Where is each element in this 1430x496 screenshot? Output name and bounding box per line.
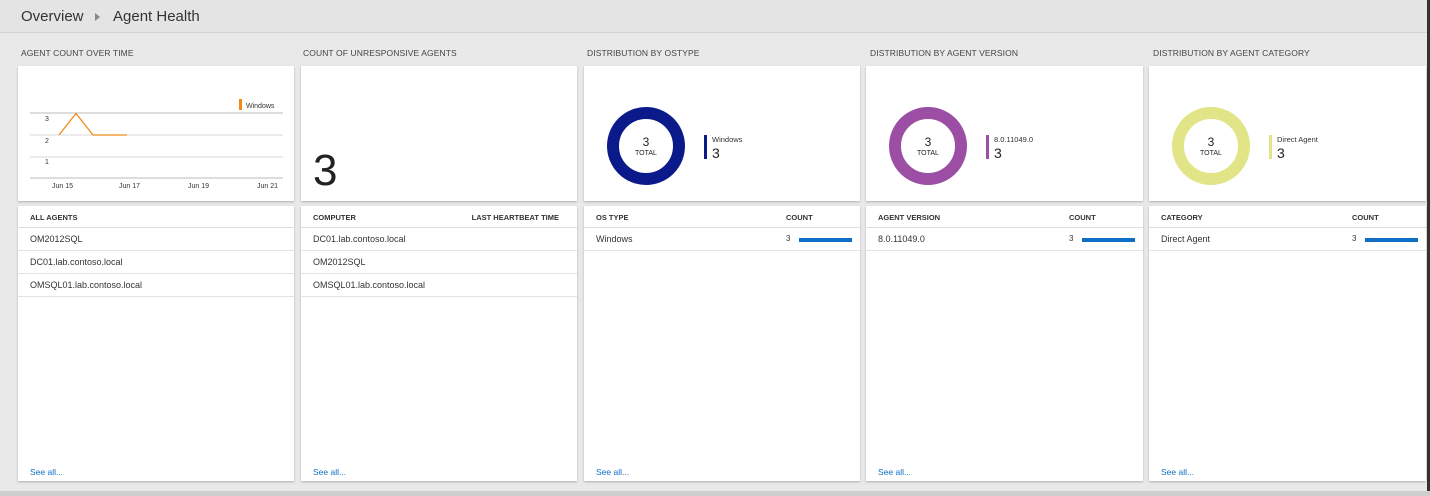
header-os-type: OS TYPE <box>596 213 629 222</box>
legend-swatch <box>1269 135 1272 159</box>
donut-total: 3 <box>1207 135 1215 149</box>
ostype-tile[interactable]: 3 TOTAL Windows 3 <box>584 66 860 201</box>
list-item[interactable]: DC01.lab.contoso.local <box>18 251 294 274</box>
category-list: CATEGORY COUNT Direct Agent 3 See all... <box>1149 206 1426 481</box>
donut-total: 3 <box>924 135 932 149</box>
version-donut-center: 3 TOTAL <box>906 136 950 158</box>
x-tick-label: Jun 21 <box>257 183 278 190</box>
legend-value: 3 <box>1277 145 1285 161</box>
top-bar: Overview Agent Health <box>0 0 1430 33</box>
agent-name: DC01.lab.contoso.local <box>30 257 123 267</box>
list-header: CATEGORY COUNT <box>1149 206 1426 228</box>
x-tick-label: Jun 19 <box>188 183 209 190</box>
unresponsive-list: COMPUTER LAST HEARTBEAT TIME DC01.lab.co… <box>301 206 577 481</box>
list-item[interactable]: Direct Agent 3 <box>1149 228 1426 251</box>
header-count: COUNT <box>1069 213 1096 222</box>
unresponsive-title: COUNT OF UNRESPONSIVE AGENTS <box>303 48 457 58</box>
see-all-link[interactable]: See all... <box>313 467 346 477</box>
legend-swatch <box>986 135 989 159</box>
breadcrumb-current: Agent Health <box>113 8 200 25</box>
list-header: COMPUTER LAST HEARTBEAT TIME <box>301 206 577 228</box>
header-all-agents: ALL AGENTS <box>30 213 78 222</box>
agent-count-chart: 3 2 1 Jun 15 Jun 17 Jun 19 Jun 21 Window… <box>30 99 283 190</box>
count-bar <box>1365 238 1418 242</box>
y-tick-label: 3 <box>45 116 49 123</box>
computer-name: OM2012SQL <box>313 257 366 267</box>
agent-version-name: 8.0.11049.0 <box>878 234 925 244</box>
legend-label: Windows <box>246 103 275 110</box>
os-type-count: 3 <box>786 234 791 243</box>
category-donut-center: 3 TOTAL <box>1189 136 1233 158</box>
version-tile[interactable]: 3 TOTAL 8.0.11049.0 3 <box>866 66 1143 201</box>
list-item[interactable]: DC01.lab.contoso.local <box>301 228 577 251</box>
chevron-right-icon <box>95 13 100 21</box>
ostype-title: DISTRIBUTION BY OSTYPE <box>587 48 700 58</box>
see-all-link[interactable]: See all... <box>30 467 63 477</box>
agent-count-tile[interactable]: 3 2 1 Jun 15 Jun 17 Jun 19 Jun 21 Window… <box>18 66 294 201</box>
header-agent-version: AGENT VERSION <box>878 213 941 222</box>
windows-series-line <box>58 112 127 136</box>
list-header: AGENT VERSION COUNT <box>866 206 1143 228</box>
legend-value: 3 <box>712 145 720 161</box>
header-count: COUNT <box>1352 213 1379 222</box>
donut-total-label: TOTAL <box>635 150 657 157</box>
version-list: AGENT VERSION COUNT 8.0.11049.0 3 See al… <box>866 206 1143 481</box>
see-all-link[interactable]: See all... <box>1161 467 1194 477</box>
list-header: ALL AGENTS <box>18 206 294 228</box>
breadcrumb-overview[interactable]: Overview <box>21 8 84 25</box>
version-title: DISTRIBUTION BY AGENT VERSION <box>870 48 1019 58</box>
x-tick-label: Jun 15 <box>52 183 73 190</box>
count-bar <box>799 238 852 242</box>
agent-count-title: AGENT COUNT OVER TIME <box>21 48 134 58</box>
agent-name: OM2012SQL <box>30 234 83 244</box>
see-all-link[interactable]: See all... <box>596 467 629 477</box>
list-item[interactable]: OM2012SQL <box>301 251 577 274</box>
category-tile[interactable]: 3 TOTAL Direct Agent 3 <box>1149 66 1426 201</box>
bottom-scroll-area <box>0 491 1430 496</box>
list-item[interactable]: Windows 3 <box>584 228 860 251</box>
header-category: CATEGORY <box>1161 213 1203 222</box>
list-header: OS TYPE COUNT <box>584 206 860 228</box>
legend-name: Direct Agent <box>1277 135 1318 144</box>
list-item[interactable]: OM2012SQL <box>18 228 294 251</box>
donut-total-label: TOTAL <box>1200 150 1222 157</box>
list-item[interactable]: OMSQL01.lab.contoso.local <box>301 274 577 297</box>
header-computer: COMPUTER <box>313 213 356 222</box>
agent-version-count: 3 <box>1069 234 1074 243</box>
legend-name: Windows <box>712 135 743 144</box>
y-tick-label: 2 <box>45 138 49 145</box>
see-all-link[interactable]: See all... <box>878 467 911 477</box>
x-tick-label: Jun 17 <box>119 183 140 190</box>
count-bar <box>1082 238 1135 242</box>
category-name: Direct Agent <box>1161 234 1211 244</box>
ostype-donut-center: 3 TOTAL <box>624 136 668 158</box>
os-type-name: Windows <box>596 234 633 244</box>
legend-swatch <box>239 99 242 110</box>
agent-name: OMSQL01.lab.contoso.local <box>30 280 143 290</box>
legend-name: 8.0.11049.0 <box>994 135 1034 144</box>
legend-swatch <box>704 135 707 159</box>
category-title: DISTRIBUTION BY AGENT CATEGORY <box>1153 48 1310 58</box>
ostype-list: OS TYPE COUNT Windows 3 See all... <box>584 206 860 481</box>
unresponsive-tile[interactable]: 3 <box>301 66 577 201</box>
header-last-heartbeat: LAST HEARTBEAT TIME <box>471 213 559 222</box>
y-tick-label: 1 <box>45 159 49 166</box>
donut-total-label: TOTAL <box>917 150 939 157</box>
category-count: 3 <box>1352 234 1357 243</box>
list-item[interactable]: OMSQL01.lab.contoso.local <box>18 274 294 297</box>
donut-total: 3 <box>642 135 650 149</box>
computer-name: OMSQL01.lab.contoso.local <box>313 280 426 290</box>
computer-name: DC01.lab.contoso.local <box>313 234 406 244</box>
list-item[interactable]: 8.0.11049.0 3 <box>866 228 1143 251</box>
header-count: COUNT <box>786 213 813 222</box>
all-agents-list: ALL AGENTS OM2012SQL DC01.lab.contoso.lo… <box>18 206 294 481</box>
legend-value: 3 <box>994 145 1002 161</box>
unresponsive-count: 3 <box>313 146 338 195</box>
